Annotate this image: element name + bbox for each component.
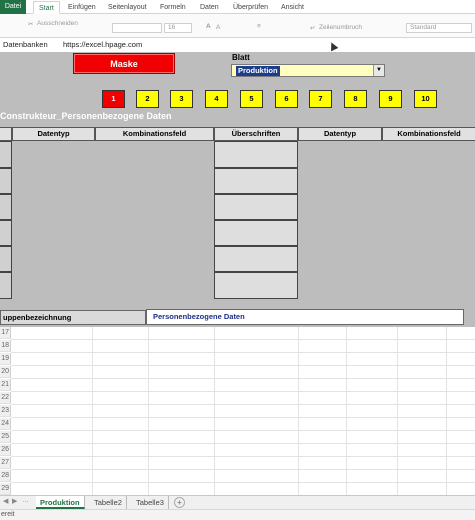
tab-datei[interactable]: Datei <box>0 0 26 14</box>
wrap-text-icon[interactable]: ↵ <box>310 24 315 32</box>
tab-daten[interactable]: Daten <box>200 1 219 14</box>
blatt-label: Blatt <box>232 53 250 62</box>
row-number[interactable]: 24 <box>0 418 11 430</box>
row-number[interactable]: 17 <box>0 327 11 339</box>
group-name-field[interactable]: Personenbezogene Daten <box>146 309 464 325</box>
grid-row-line <box>11 482 475 483</box>
tab-einfuegen[interactable]: Einfügen <box>68 1 96 14</box>
tab-start[interactable]: Start <box>33 1 60 14</box>
grid-row-line <box>11 339 475 340</box>
font-grow-icon[interactable]: A <box>206 23 211 30</box>
tab-ueberpruefen[interactable]: Überprüfen <box>233 1 268 14</box>
grid-row-line <box>11 391 475 392</box>
tab-formeln[interactable]: Formeln <box>160 1 186 14</box>
row-number[interactable]: 19 <box>0 353 11 365</box>
number-button-6[interactable]: 6 <box>275 90 298 108</box>
ribbon-body: ✂ Ausschneiden 16 A A ≡ ↵ Zeilenumbruch … <box>0 14 475 38</box>
more-sheets-icon[interactable]: … <box>22 497 29 504</box>
header-left-stub <box>0 127 12 141</box>
row-number[interactable]: 21 <box>0 379 11 391</box>
sheet-tab-tabelle3[interactable]: Tabelle3 <box>132 496 169 509</box>
font-name-box[interactable] <box>112 23 162 33</box>
grid-row-line <box>11 378 475 379</box>
heading-input-5[interactable] <box>214 246 298 272</box>
grid-row-line <box>11 469 475 470</box>
font-size-value: 16 <box>168 24 176 31</box>
header-kombinationsfeld-left: Kombinationsfeld <box>95 127 214 141</box>
add-sheet-icon[interactable]: + <box>174 497 185 508</box>
grid-row-line <box>11 365 475 366</box>
header-kombinationsfeld-right: Kombinationsfeld <box>382 127 475 141</box>
number-button-9[interactable]: 9 <box>379 90 402 108</box>
scissors-icon[interactable]: ✂ <box>28 20 33 28</box>
grid-row-line <box>11 417 475 418</box>
wrap-text-button[interactable]: Zeilenumbruch <box>319 24 362 31</box>
website-link[interactable]: https://excel.hpage.com <box>63 40 142 49</box>
blatt-dropdown-value: Produktion <box>236 66 280 76</box>
grid-row-line <box>11 456 475 457</box>
row-number[interactable]: 18 <box>0 340 11 352</box>
number-format-value: Standard <box>410 24 437 31</box>
heading-input-6[interactable] <box>214 272 298 299</box>
left-cell-5[interactable] <box>0 246 12 272</box>
number-button-3[interactable]: 3 <box>170 90 193 108</box>
number-button-8[interactable]: 8 <box>344 90 367 108</box>
links-bar: Datenbanken https://excel.hpage.com <box>0 38 475 52</box>
grid-row-line <box>11 404 475 405</box>
header-datentyp-left: Datentyp <box>12 127 95 141</box>
row-number[interactable]: 29 <box>0 483 11 495</box>
row-number[interactable]: 25 <box>0 431 11 443</box>
number-button-10[interactable]: 10 <box>414 90 437 108</box>
heading-input-3[interactable] <box>214 194 298 220</box>
maske-button[interactable]: Maske <box>73 53 175 74</box>
row-number[interactable]: 22 <box>0 392 11 404</box>
status-bar: ereit <box>0 509 475 520</box>
number-button-4[interactable]: 4 <box>205 90 228 108</box>
grid-row-line <box>11 430 475 431</box>
blatt-dropdown[interactable]: Produktion ▼ <box>231 64 385 77</box>
number-format-box[interactable]: Standard <box>406 23 472 33</box>
heading-input-1[interactable] <box>214 141 298 168</box>
left-cell-3[interactable] <box>0 194 12 220</box>
grid-row-line <box>11 352 475 353</box>
row-number[interactable]: 20 <box>0 366 11 378</box>
number-button-1[interactable]: 1 <box>102 90 125 108</box>
tab-ansicht[interactable]: Ansicht <box>281 1 304 14</box>
section-title: Construkteur_Personenbezogene Daten <box>0 111 172 121</box>
row-number[interactable]: 26 <box>0 444 11 456</box>
chevron-down-icon[interactable]: ▼ <box>373 65 384 76</box>
datenbanken-link[interactable]: Datenbanken <box>3 40 48 49</box>
header-datentyp-right: Datentyp <box>298 127 382 141</box>
row-number[interactable]: 27 <box>0 457 11 469</box>
align-icon[interactable]: ≡ <box>257 23 261 30</box>
sheet-tab-bar: ◀ ▶ … Produktion Tabelle2 Tabelle3 + <box>0 495 475 509</box>
heading-input-4[interactable] <box>214 220 298 246</box>
number-button-2[interactable]: 2 <box>136 90 159 108</box>
prev-sheet-icon[interactable]: ◀ <box>3 497 8 505</box>
header-ueberschriften: Überschriften <box>214 127 298 141</box>
left-cell-1[interactable] <box>0 141 12 168</box>
grid-row-line <box>11 443 475 444</box>
number-button-7[interactable]: 7 <box>309 90 332 108</box>
group-label: uppenbezeichnung <box>0 310 146 325</box>
status-text: ereit <box>1 511 15 518</box>
font-shrink-icon[interactable]: A <box>216 24 220 31</box>
next-sheet-icon[interactable]: ▶ <box>12 497 17 505</box>
ribbon-tabs: Datei Start Einfügen Seitenlayout Formel… <box>0 0 475 14</box>
row-number[interactable]: 28 <box>0 470 11 482</box>
tab-seitenlayout[interactable]: Seitenlayout <box>108 1 147 14</box>
left-cell-4[interactable] <box>0 220 12 246</box>
heading-input-2[interactable] <box>214 168 298 194</box>
font-size-box[interactable]: 16 <box>164 23 192 33</box>
number-button-5[interactable]: 5 <box>240 90 263 108</box>
cut-button[interactable]: Ausschneiden <box>37 20 78 27</box>
row-number[interactable]: 23 <box>0 405 11 417</box>
left-cell-2[interactable] <box>0 168 12 194</box>
sheet-tab-tabelle2[interactable]: Tabelle2 <box>90 496 127 509</box>
left-cell-6[interactable] <box>0 272 12 299</box>
sheet-tab-produktion[interactable]: Produktion <box>36 496 85 509</box>
